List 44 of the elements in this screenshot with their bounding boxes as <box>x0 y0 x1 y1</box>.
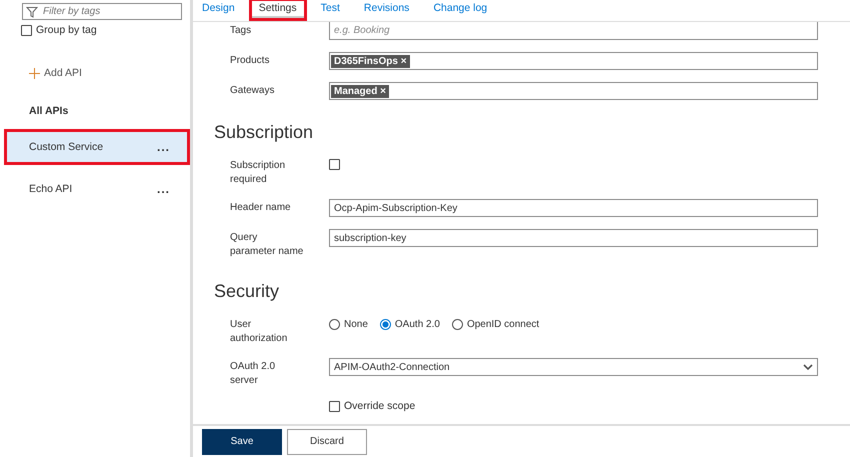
field-label: OAuth 2.0 server <box>230 360 276 388</box>
field-label: User authorization <box>230 318 288 346</box>
section-title: All APIs <box>29 105 70 117</box>
checkbox[interactable] <box>21 24 32 36</box>
tag-input-field[interactable]: D365FinsOps × <box>329 52 818 70</box>
radio-label: OpenID connect <box>466 319 540 330</box>
field-label: Products <box>230 54 270 68</box>
radio-button[interactable] <box>329 319 340 330</box>
field-label: Gateways <box>230 84 276 98</box>
tag-chip[interactable]: D365FinsOps × <box>331 54 410 68</box>
field-label: Subscription required <box>230 159 286 187</box>
section-heading: Subscription <box>214 122 314 143</box>
section-heading: Security <box>214 281 280 302</box>
radio-label: None <box>344 319 368 330</box>
dropdown[interactable]: APIM-OAuth2-Connection <box>329 358 818 376</box>
checkbox-label: Override scope <box>344 400 416 412</box>
radio-label: OAuth 2.0 <box>394 319 440 330</box>
text-field[interactable]: subscription-key <box>329 229 818 247</box>
checkbox[interactable] <box>329 400 340 412</box>
text-field[interactable]: Ocp-Apim-Subscription-Key <box>329 199 818 217</box>
api-item[interactable]: Custom Service ... <box>4 129 190 165</box>
save-button[interactable]: Save <box>202 428 282 454</box>
tab[interactable]: Change log <box>433 0 488 21</box>
tab[interactable]: Revisions <box>364 0 410 21</box>
checkbox-label: Group by tag <box>36 24 97 36</box>
field-label: Header name <box>230 201 292 215</box>
api-item[interactable]: Echo API ... <box>4 171 190 207</box>
tab[interactable]: Test <box>320 0 340 21</box>
tags-field[interactable]: e.g. Booking <box>329 22 818 40</box>
plus-icon <box>29 68 40 78</box>
filter-field[interactable]: Filter by tags <box>22 3 182 20</box>
field-label: Tags <box>230 24 252 38</box>
field-label: Query parameter name <box>230 231 304 259</box>
radio-button[interactable] <box>452 319 463 330</box>
tag-chip[interactable]: Managed × <box>331 84 389 98</box>
discard-button[interactable]: Discard <box>287 428 367 454</box>
add-api-link[interactable]: Add API <box>29 67 82 79</box>
tab[interactable]: Settings <box>250 0 305 19</box>
filter-icon <box>26 6 38 18</box>
checkbox[interactable] <box>329 159 340 170</box>
chevron-down-icon <box>803 364 813 370</box>
tab[interactable]: Design <box>202 0 235 21</box>
tag-input-field[interactable]: Managed × <box>329 82 818 100</box>
radio-button[interactable] <box>380 319 391 330</box>
